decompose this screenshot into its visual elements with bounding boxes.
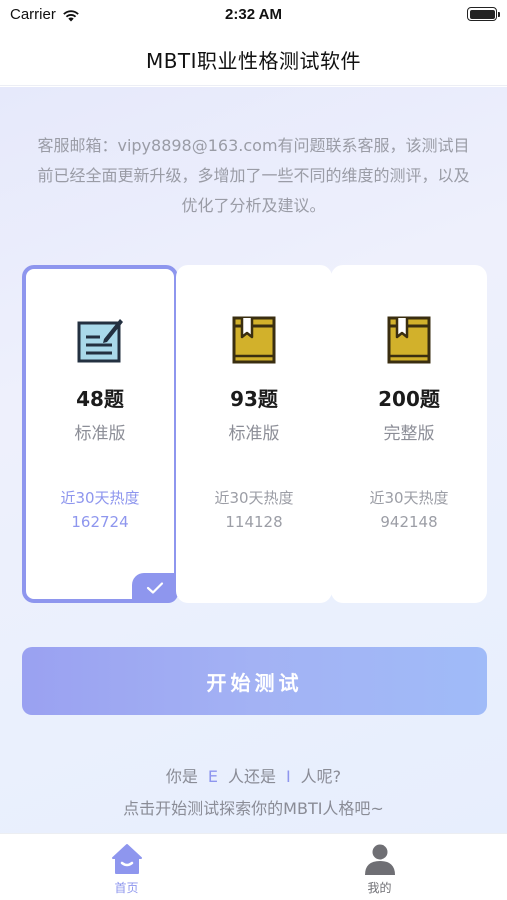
edit-note-icon — [77, 319, 123, 363]
battery-icon — [467, 7, 500, 21]
card-edition: 完整版 — [383, 424, 435, 444]
card-heat-label: 近30天热度 — [214, 489, 294, 507]
test-card-93[interactable]: 93题 标准版 近30天热度 114128 — [176, 265, 332, 603]
home-icon — [111, 844, 142, 874]
card-heat-label: 近30天热度 — [60, 489, 140, 507]
start-test-button[interactable]: 开始测试 — [22, 647, 487, 715]
question-text: 人呢? — [300, 767, 342, 786]
main-content: 客服邮箱：vipy8898@163.com有问题联系客服，该测试目前已经全面更新… — [0, 87, 507, 833]
card-heat-value: 114128 — [225, 513, 283, 531]
card-question-count: 200题 — [378, 387, 440, 411]
tab-mine[interactable]: 我的 — [253, 834, 506, 900]
question-text: 人还是 — [227, 767, 276, 786]
card-heat-value: 162724 — [71, 513, 129, 531]
tab-home[interactable]: 首页 — [0, 834, 253, 900]
user-icon — [364, 844, 395, 875]
card-question-count: 93题 — [230, 387, 278, 411]
letter-i: I — [285, 767, 291, 786]
tab-label: 我的 — [367, 881, 392, 895]
explore-prompt: 点击开始测试探索你的MBTI人格吧~ — [123, 799, 384, 818]
test-card-200[interactable]: 200题 完整版 近30天热度 942148 — [331, 265, 487, 603]
personality-question: 你是 E 人还是 I 人呢? — [0, 763, 507, 787]
page-title: MBTI职业性格测试软件 — [145, 49, 362, 73]
card-edition: 标准版 — [74, 424, 126, 444]
service-notice: 客服邮箱：vipy8898@163.com有问题联系客服，该测试目前已经全面更新… — [37, 136, 470, 215]
test-card-48[interactable]: 48题 标准版 近30天热度 162724 — [22, 265, 178, 603]
tab-bar: 首页 我的 — [0, 833, 507, 900]
card-heat-value: 942148 — [380, 513, 438, 531]
selected-check-badge — [132, 573, 178, 603]
question-text: 你是 — [165, 767, 198, 786]
book-icon — [232, 316, 276, 364]
letter-e: E — [207, 767, 218, 786]
card-edition: 标准版 — [228, 424, 280, 444]
status-bar: Carrier 2:32 AM — [0, 0, 507, 30]
card-question-count: 48题 — [76, 387, 124, 411]
book-icon — [387, 316, 431, 364]
status-time: 2:32 AM — [225, 6, 282, 23]
check-icon — [146, 582, 164, 594]
card-heat-label: 近30天热度 — [369, 489, 449, 507]
navigation-bar: MBTI职业性格测试软件 — [0, 30, 507, 86]
tab-label: 首页 — [114, 881, 139, 895]
